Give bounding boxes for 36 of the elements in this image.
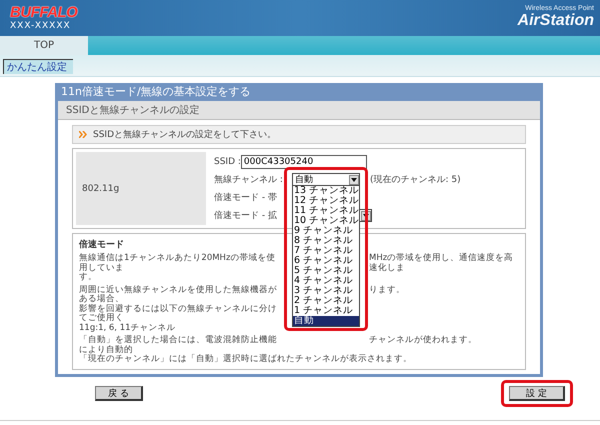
description-text: 11g:1, 6, 11チャンネル — [79, 324, 177, 333]
channel-option[interactable]: 10 チャンネル — [293, 216, 359, 226]
instruction-text: SSIDと無線チャンネルの設定をして下さい。 — [93, 128, 276, 141]
description-heading: 倍速モード — [79, 238, 124, 251]
speed-mode-label: 倍速モード - 拡 — [214, 210, 278, 222]
description-text: 「現在のチャンネル」には「自動」選択時に選ばれたチャンネルが表示されます。 — [79, 355, 413, 364]
subnav-link[interactable]: かんたん設定 — [3, 59, 73, 74]
description-text: MHzの帯域を使用し、通信速度を高速化しま — [369, 254, 514, 273]
channel-option[interactable]: 13 チャンネル — [293, 186, 359, 196]
channel-option[interactable]: 11 チャンネル — [293, 206, 359, 216]
back-button[interactable]: 戻 る — [95, 386, 143, 400]
speed-mode-label: 倍速モード - 帯 — [214, 192, 278, 204]
product-logo: AirStation — [518, 12, 594, 30]
ssid-label: SSID : — [214, 156, 241, 166]
description-text: ります。 — [369, 286, 406, 296]
ssid-field[interactable]: 000C43305240 — [240, 154, 367, 168]
model-name: XXX-XXXXX — [10, 21, 72, 31]
nav-tab[interactable]: TOP — [0, 36, 88, 55]
description-text: 「自動」を選択した場合には、電波混雑防止機能により自動的 — [79, 336, 278, 354]
channel-label: 無線チャンネル : — [214, 174, 284, 186]
section-title: SSIDと無線チャンネルの設定 — [58, 101, 540, 120]
channel-select[interactable]: 自動 — [292, 173, 360, 186]
band-label: 802.11g — [82, 184, 120, 194]
panel-title: 11n倍速モード/無線の基本設定をする — [58, 83, 540, 101]
submit-button[interactable]: 設 定 — [509, 386, 565, 400]
current-channel-text: (現在のチャンネル: 5) — [370, 174, 461, 186]
dropdown-arrow-icon[interactable] — [349, 174, 359, 184]
description-text: 周囲に近い無線チャンネルを使用した無線機器がある場合、 — [79, 286, 278, 304]
description-text: す。 — [79, 273, 98, 282]
description-text: チャンネルが使われます。 — [369, 336, 478, 347]
channel-option[interactable]: 自動 — [293, 316, 359, 326]
description-text: 影響を回避するには以下の無線チャンネルに分けてご使用く — [79, 304, 278, 324]
brand-logo: BUFFALO — [10, 4, 78, 21]
description-text: 無線通信は1チャンネルあたり20MHzの帯域を使用していま — [79, 254, 276, 272]
chevron-icon — [79, 131, 88, 138]
channel-option[interactable]: 12 チャンネル — [293, 196, 359, 206]
